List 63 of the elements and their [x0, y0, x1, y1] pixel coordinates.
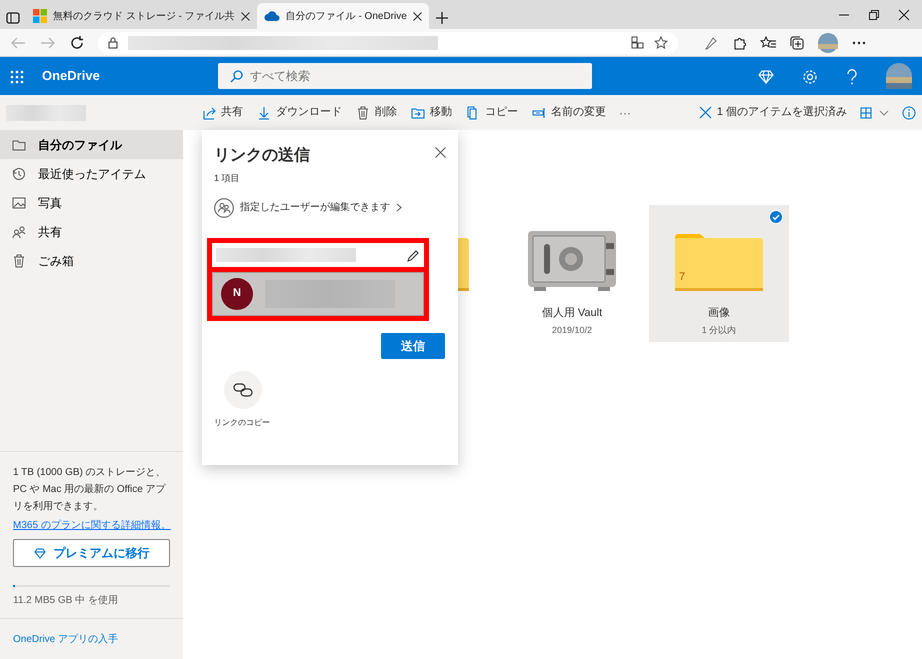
clock-icon	[12, 166, 26, 180]
file-name: 画像	[708, 306, 730, 321]
download-command[interactable]: ダウンロード	[250, 104, 349, 121]
nav-item[interactable]: ごみ箱	[0, 246, 183, 275]
trash-icon	[356, 106, 370, 120]
app-name[interactable]: OneDrive	[42, 66, 100, 86]
photo-icon	[12, 196, 26, 210]
diamond-icon	[34, 548, 46, 558]
nav-item[interactable]: 最近使ったアイテム	[0, 159, 183, 188]
site-icon	[33, 9, 47, 23]
rename-command[interactable]: 名前の変更	[525, 104, 613, 121]
move-command[interactable]: 移動	[404, 104, 459, 121]
share-icon	[202, 106, 216, 120]
browser-tab[interactable]: 無料のクラウド ストレージ - ファイル共	[26, 3, 257, 29]
close-tab-icon[interactable]	[240, 12, 250, 20]
share-command[interactable]: 共有	[195, 104, 250, 121]
refresh-icon[interactable]	[70, 34, 84, 52]
link-icon	[233, 382, 253, 396]
nav-item[interactable]: 自分のファイル	[0, 130, 183, 159]
more-commands[interactable]: ···	[613, 104, 637, 122]
get-app-link[interactable]: OneDrive アプリの入手	[13, 634, 118, 645]
nav-item[interactable]: 共有	[0, 217, 183, 246]
premium-button[interactable]: プレミアムに移行	[13, 539, 170, 567]
people-icon	[214, 198, 234, 218]
file-date: 1 分以内	[702, 324, 736, 336]
close-icon	[698, 106, 712, 119]
browser-tab[interactable]: 自分のファイル - OneDrive	[256, 3, 429, 29]
checkmark-icon[interactable]	[769, 210, 783, 224]
collections-icon[interactable]	[790, 34, 804, 52]
site-icon	[264, 10, 280, 22]
item-count: 7	[679, 272, 686, 283]
clear-selection-button[interactable]: 1 個のアイテムを選択済み	[692, 104, 854, 121]
storage-usage: 11.2 MB5 GB 中 を使用	[13, 594, 119, 608]
file-tile[interactable]: 7 画像 1 分以内	[649, 205, 789, 342]
chevron-right-icon	[396, 203, 402, 212]
rename-icon	[532, 106, 546, 120]
copy-link-button[interactable]	[224, 370, 262, 408]
file-tile[interactable]: 個人用 Vault 2019/10/2	[502, 205, 642, 342]
copy-command[interactable]: コピー	[459, 104, 525, 121]
send-button[interactable]: 送信	[381, 332, 445, 358]
promo-text: 1 TB (1000 GB) のストレージと、PC や Mac 用の最新の Office アプリを利用できます。	[13, 466, 167, 514]
file-date: 2019/10/2	[552, 324, 592, 336]
people-icon	[12, 224, 26, 238]
close-tab-icon[interactable]	[412, 12, 422, 20]
search-icon	[230, 70, 243, 83]
permission-settings[interactable]: 指定したユーザーが編集できます	[214, 198, 402, 218]
contact-suggestion[interactable]: N	[212, 272, 424, 316]
item-count: 1 項目	[214, 172, 241, 185]
plan-details-link[interactable]: M365 のプランに関する詳細情報。	[13, 520, 171, 531]
dialog-title: リンクの送信	[214, 146, 310, 166]
trash-icon	[12, 254, 26, 268]
nav-item[interactable]: 写真	[0, 188, 183, 217]
move-icon	[411, 106, 425, 120]
help-icon[interactable]	[846, 67, 858, 85]
copy-link-label: リンクのコピー	[214, 416, 270, 428]
info-icon[interactable]	[902, 104, 916, 122]
file-name: 個人用 Vault	[542, 306, 602, 321]
trash-command[interactable]: 削除	[349, 104, 404, 121]
search-field[interactable]: すべて検索	[218, 63, 592, 89]
contact-avatar: N	[221, 278, 253, 310]
profile-avatar[interactable]	[818, 32, 838, 52]
safe-icon	[526, 229, 618, 293]
download-icon	[257, 106, 271, 120]
